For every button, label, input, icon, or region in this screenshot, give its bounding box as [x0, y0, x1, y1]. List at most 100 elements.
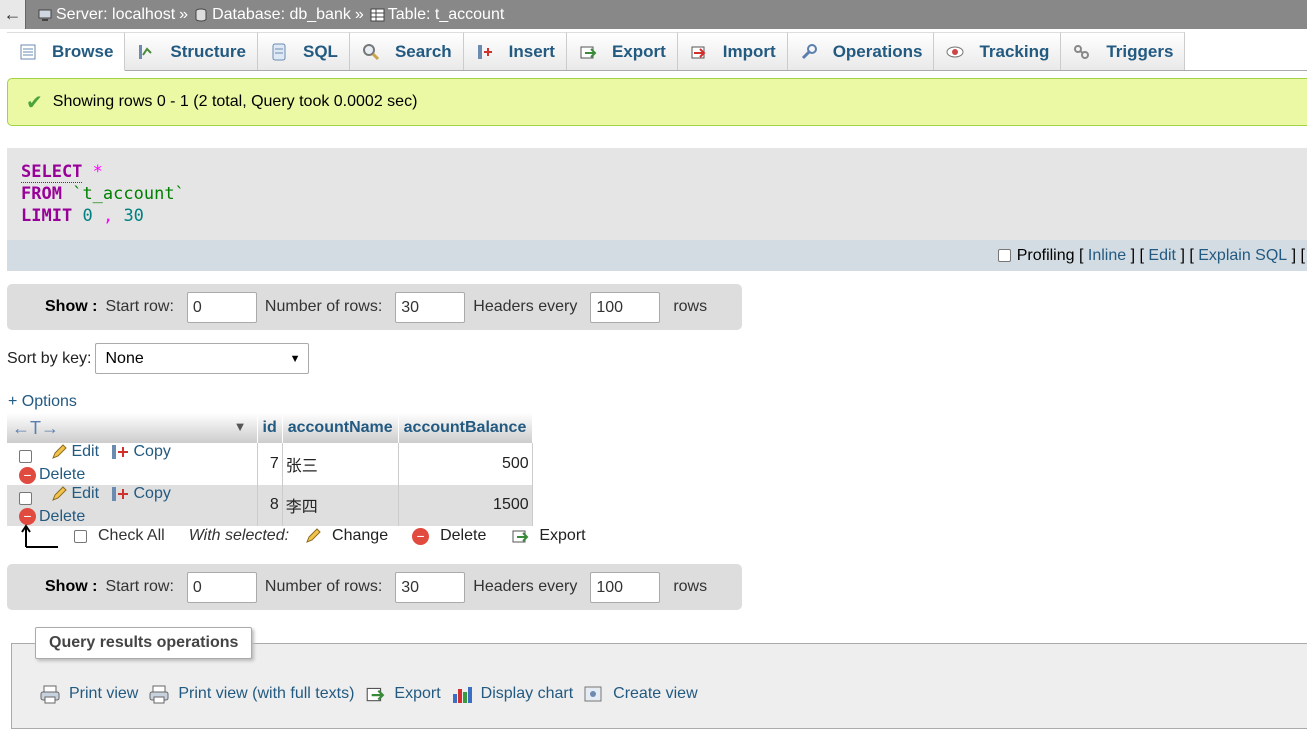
- dropdown-arrow-icon: ▼: [290, 353, 301, 365]
- tab-insert[interactable]: Insert: [464, 32, 567, 70]
- tab-bar: Browse Structure SQL Search Insert Expor…: [7, 32, 1307, 71]
- headers-every-input[interactable]: 100: [590, 572, 660, 603]
- bracket: ]: [1292, 247, 1296, 265]
- delete-row-button[interactable]: − Delete: [19, 466, 85, 484]
- start-row-label: Start row:: [105, 578, 173, 596]
- breadcrumb-table[interactable]: Table: t_account: [370, 6, 505, 24]
- explain-sql-link[interactable]: Explain SQL: [1198, 247, 1287, 265]
- bracket: ]: [1180, 247, 1184, 265]
- bulk-delete-button[interactable]: − Delete: [412, 527, 486, 545]
- sql-query-box: SELECT * FROM `t_account` LIMIT 0 , 30: [7, 148, 1307, 240]
- options-link[interactable]: + Options: [8, 393, 77, 411]
- edit-label: Edit: [71, 485, 99, 503]
- breadcrumb-server-label[interactable]: Server: localhost: [56, 6, 175, 24]
- sql-count: 30: [123, 206, 143, 226]
- display-chart-link[interactable]: Display chart: [451, 684, 573, 704]
- row-checkbox[interactable]: [19, 492, 32, 505]
- tab-import[interactable]: Import: [678, 32, 788, 70]
- eye-icon: [946, 43, 964, 61]
- tab-triggers[interactable]: Triggers: [1061, 32, 1185, 70]
- query-results-operations-title: Query results operations: [35, 627, 252, 659]
- create-view-link[interactable]: Create view: [583, 684, 697, 704]
- table-row: Edit Copy − Delete 8 李四 1500: [7, 485, 532, 527]
- cell-accountBalance[interactable]: 500: [398, 443, 532, 485]
- rows-label: rows: [673, 578, 707, 596]
- import-icon: [690, 43, 708, 61]
- check-all-checkbox[interactable]: [74, 530, 87, 543]
- create-view-label: Create view: [613, 685, 697, 703]
- sort-by-key-select[interactable]: None ▼: [95, 343, 309, 374]
- tab-export[interactable]: Export: [567, 32, 678, 70]
- sql-table-name: `t_account`: [72, 184, 185, 204]
- breadcrumb-database[interactable]: Database: db_bank »: [194, 6, 368, 24]
- edit-row-button[interactable]: Edit: [50, 443, 99, 461]
- profiling-checkbox[interactable]: [998, 249, 1011, 262]
- bulk-actions: Check All With selected: Change − Delete…: [20, 521, 610, 551]
- start-row-input[interactable]: 0: [187, 572, 257, 603]
- bulk-export-button[interactable]: Export: [510, 527, 585, 545]
- export-link[interactable]: Export: [364, 684, 440, 704]
- tab-label: SQL: [303, 42, 338, 62]
- back-arrow-icon[interactable]: ←: [0, 0, 26, 29]
- print-view-full-link[interactable]: Print view (with full texts): [148, 684, 354, 704]
- print-view-link[interactable]: Print view: [39, 684, 138, 704]
- row-actions: Edit Copy − Delete: [7, 485, 257, 527]
- start-row-label: Start row:: [105, 298, 173, 316]
- sql-keyword-select[interactable]: SELECT: [21, 162, 82, 183]
- cell-id[interactable]: 8: [257, 485, 282, 527]
- tab-search[interactable]: Search: [350, 32, 464, 70]
- wrench-icon: [800, 43, 818, 61]
- pencil-icon: [50, 443, 68, 461]
- cell-accountName[interactable]: 张三: [282, 443, 398, 485]
- bulk-change-button[interactable]: Change: [303, 527, 388, 545]
- column-menu-icon[interactable]: ▼: [234, 419, 247, 434]
- tab-label: Insert: [509, 42, 555, 62]
- tab-tracking[interactable]: Tracking: [934, 32, 1061, 70]
- column-header-accountBalance[interactable]: accountBalance: [398, 413, 532, 443]
- copy-row-button[interactable]: Copy: [110, 443, 170, 461]
- breadcrumb-separator: »: [179, 6, 188, 24]
- column-header-id[interactable]: id: [257, 413, 282, 443]
- edit-sql-link[interactable]: Edit: [1148, 247, 1176, 265]
- bracket: ]: [1131, 247, 1135, 265]
- column-header-accountName[interactable]: accountName: [282, 413, 398, 443]
- check-all[interactable]: Check All: [74, 527, 165, 545]
- cell-id[interactable]: 7: [257, 443, 282, 485]
- row-checkbox[interactable]: [19, 450, 32, 463]
- breadcrumb-database-label[interactable]: Database: db_bank: [212, 6, 351, 24]
- tab-operations[interactable]: Operations: [788, 32, 935, 70]
- tab-label: Import: [723, 42, 776, 62]
- breadcrumb-server[interactable]: Server: localhost »: [38, 6, 192, 24]
- headers-every-input[interactable]: 100: [590, 292, 660, 323]
- num-rows-input[interactable]: 30: [395, 572, 465, 603]
- sql-comma: ,: [103, 206, 113, 226]
- breadcrumb-table-label[interactable]: Table: t_account: [388, 6, 505, 24]
- success-message: ✔ Showing rows 0 - 1 (2 total, Query too…: [7, 78, 1307, 126]
- start-row-input[interactable]: 0: [187, 292, 257, 323]
- cell-accountName[interactable]: 李四: [282, 485, 398, 527]
- triggers-icon: [1073, 43, 1091, 61]
- tab-label: Operations: [833, 42, 923, 62]
- sql-keyword-from: FROM: [21, 184, 62, 204]
- sql-tools-bar: Profiling [ Inline ] [ Edit ] [ Explain …: [7, 240, 1307, 271]
- tab-structure[interactable]: Structure: [125, 32, 258, 70]
- tab-label: Triggers: [1106, 42, 1173, 62]
- export-icon: [510, 527, 530, 545]
- table-icon: [370, 8, 385, 22]
- structure-icon: [137, 43, 155, 61]
- rows-label: rows: [673, 298, 707, 316]
- bulk-export-label: Export: [539, 527, 585, 545]
- tab-sql[interactable]: SQL: [258, 32, 350, 70]
- profiling-label: Profiling: [1017, 247, 1075, 265]
- printer-icon: [148, 684, 170, 704]
- column-arrows-icon[interactable]: ←T→: [12, 418, 59, 438]
- edit-row-button[interactable]: Edit: [50, 485, 99, 503]
- copy-row-button[interactable]: Copy: [110, 485, 170, 503]
- bracket: [: [1301, 247, 1305, 265]
- check-all-label[interactable]: Check All: [98, 527, 165, 545]
- cell-accountBalance[interactable]: 1500: [398, 485, 532, 527]
- tab-browse[interactable]: Browse: [7, 32, 125, 71]
- inline-link[interactable]: Inline: [1088, 247, 1126, 265]
- bracket: [: [1189, 247, 1193, 265]
- num-rows-input[interactable]: 30: [395, 292, 465, 323]
